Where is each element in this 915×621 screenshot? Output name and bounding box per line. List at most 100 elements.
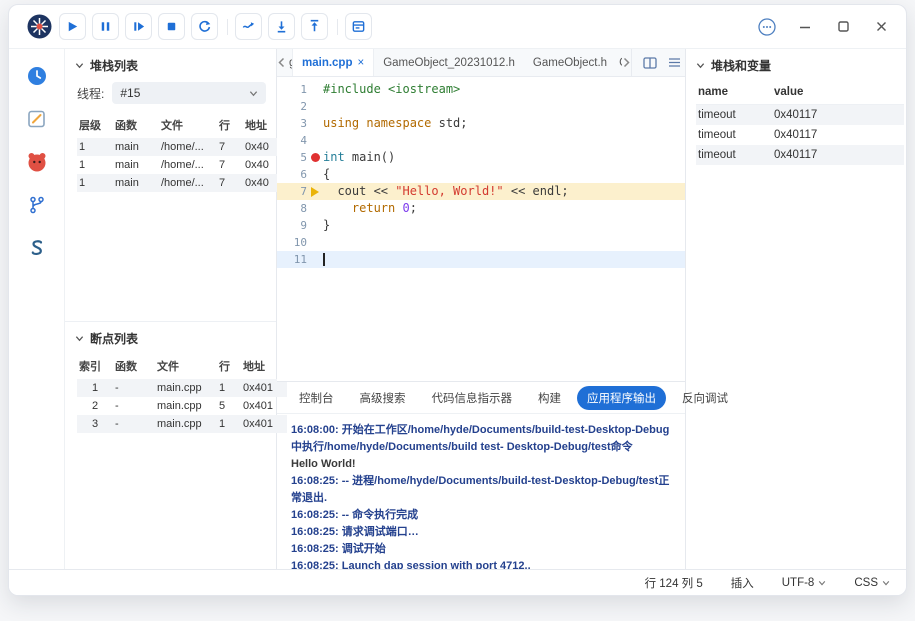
var-col-header: name xyxy=(696,80,772,105)
code-editor[interactable]: 1 #include <iostream> 2 3 using namespac… xyxy=(277,77,685,381)
tab-console[interactable]: 控制台 xyxy=(289,386,344,410)
run-icon xyxy=(65,19,80,34)
line-number[interactable]: 6 xyxy=(277,166,307,183)
tab-gameobject-h[interactable]: GameObject.h xyxy=(524,49,616,76)
more-button[interactable] xyxy=(754,14,780,40)
stack-col-header: 层级 xyxy=(77,112,113,138)
stack-col-header: 文件 xyxy=(159,112,217,138)
tab-code-info[interactable]: 代码信息指示器 xyxy=(422,386,523,410)
line-number[interactable]: 7 xyxy=(277,183,307,200)
breakpoint-section-header[interactable]: 断点列表 xyxy=(65,322,276,353)
code-line[interactable]: 6 { xyxy=(277,166,685,183)
minimize-button[interactable] xyxy=(792,14,818,40)
close-button[interactable] xyxy=(868,14,894,40)
toolbar-separator xyxy=(227,19,228,35)
chevron-down-icon xyxy=(818,579,826,587)
tab-menu-button[interactable] xyxy=(664,53,684,73)
activity-bar xyxy=(9,49,65,569)
debug-icon xyxy=(25,150,49,174)
debug-view-button[interactable] xyxy=(24,149,50,175)
code-line-current-execution[interactable]: 7 cout << "Hello, World!" << endl; xyxy=(277,183,685,200)
code-line[interactable]: 1 #include <iostream> xyxy=(277,81,685,98)
line-number[interactable]: 3 xyxy=(277,115,307,132)
thread-row: 线程: #15 xyxy=(65,80,276,112)
syntax-select[interactable]: CSS xyxy=(854,577,890,589)
app-logo[interactable] xyxy=(19,13,59,40)
line-number[interactable]: 2 xyxy=(277,98,307,115)
step-into-icon xyxy=(274,19,289,34)
encoding-select[interactable]: UTF-8 xyxy=(782,577,827,589)
code-line[interactable]: 8 return 0; xyxy=(277,200,685,217)
step-out-button[interactable] xyxy=(301,13,328,40)
tab-advanced-search[interactable]: 高级搜索 xyxy=(350,386,416,410)
variables-section-header[interactable]: 堆栈和变量 xyxy=(686,49,906,80)
code-line[interactable]: 4 xyxy=(277,132,685,149)
tab-close-icon[interactable]: × xyxy=(357,57,364,69)
line-number[interactable]: 9 xyxy=(277,217,307,234)
tab-gameobject-20231012-h[interactable]: GameObject_20231012.h xyxy=(374,49,524,76)
stop-button[interactable] xyxy=(158,13,185,40)
tab-build[interactable]: 构建 xyxy=(528,386,571,410)
step-over-icon xyxy=(131,19,146,34)
run-button[interactable] xyxy=(59,13,86,40)
code-line[interactable]: 3 using namespace std; xyxy=(277,115,685,132)
output-panel-button[interactable] xyxy=(345,13,372,40)
bp-col-header: 行 xyxy=(217,353,241,379)
edit-icon xyxy=(26,108,48,130)
code-line[interactable]: 5 int main() xyxy=(277,149,685,166)
cursor-position[interactable]: 行 124 列 5 xyxy=(645,575,703,591)
line-number[interactable]: 10 xyxy=(277,234,307,251)
chevron-left-icon xyxy=(277,57,286,68)
output-line: 16:08:25: Launch dap session with port 4… xyxy=(291,558,671,569)
rebuild-button[interactable] xyxy=(235,13,262,40)
tools-view-button[interactable] xyxy=(24,235,50,261)
tab-app-output[interactable]: 应用程序输出 xyxy=(577,386,666,410)
chevron-down-icon xyxy=(75,334,84,343)
output-panel-icon xyxy=(351,19,366,34)
chevron-down-icon xyxy=(75,61,84,70)
more-icon xyxy=(757,17,777,37)
history-icon xyxy=(26,65,48,87)
breakpoint-section: 断点列表 索引 函数 文件 行 地址 1-main.cpp10x401 2-ma… xyxy=(65,321,276,569)
chevron-right-icon xyxy=(622,57,631,68)
insert-mode-indicator[interactable]: 插入 xyxy=(731,575,754,591)
split-view-button[interactable] xyxy=(640,53,660,73)
code-line-cursor[interactable]: 11 xyxy=(277,251,685,268)
branch-view-button[interactable] xyxy=(24,192,50,218)
toolbar-separator xyxy=(337,19,338,35)
line-number[interactable]: 4 xyxy=(277,132,307,149)
variables-section-title: 堆栈和变量 xyxy=(711,57,771,74)
code-line[interactable]: 2 xyxy=(277,98,685,115)
stack-col-header: 函数 xyxy=(113,112,159,138)
code-line[interactable]: 10 xyxy=(277,234,685,251)
editor-area: g main.cpp × GameObject_20231012.h GameO… xyxy=(277,49,686,569)
stack-section-header[interactable]: 堆栈列表 xyxy=(65,49,276,80)
maximize-button[interactable] xyxy=(830,14,856,40)
application-output[interactable]: 16:08:00: 开始在工作区/home/hyde/Documents/bui… xyxy=(277,413,685,569)
tab-main-cpp[interactable]: main.cpp × xyxy=(292,49,374,76)
variables-panel: 堆栈和变量 name value timeout0x40117 timeout0… xyxy=(686,49,906,569)
thread-select[interactable]: #15 xyxy=(112,82,266,104)
line-number[interactable]: 8 xyxy=(277,200,307,217)
tab-scroll-right-button[interactable] xyxy=(622,49,631,76)
chevron-down-icon xyxy=(249,89,258,98)
output-line: 16:08:25: 调试开始 xyxy=(291,541,671,558)
output-line: Hello World! xyxy=(291,456,671,473)
history-view-button[interactable] xyxy=(24,63,50,89)
breakpoint-icon[interactable] xyxy=(311,153,320,162)
s-tool-icon xyxy=(27,238,47,258)
editor-view-button[interactable] xyxy=(24,106,50,132)
pause-button[interactable] xyxy=(92,13,119,40)
line-number[interactable]: 5 xyxy=(277,149,307,166)
titlebar xyxy=(9,5,906,49)
chevron-down-icon xyxy=(882,579,890,587)
step-into-button[interactable] xyxy=(268,13,295,40)
restart-button[interactable] xyxy=(191,13,218,40)
pause-icon xyxy=(98,19,113,34)
code-line[interactable]: 9 } xyxy=(277,217,685,234)
step-over-button[interactable] xyxy=(125,13,152,40)
line-number[interactable]: 1 xyxy=(277,81,307,98)
tab-scroll-left-button[interactable] xyxy=(277,49,286,76)
line-number[interactable]: 11 xyxy=(277,251,307,268)
close-icon xyxy=(875,20,888,33)
